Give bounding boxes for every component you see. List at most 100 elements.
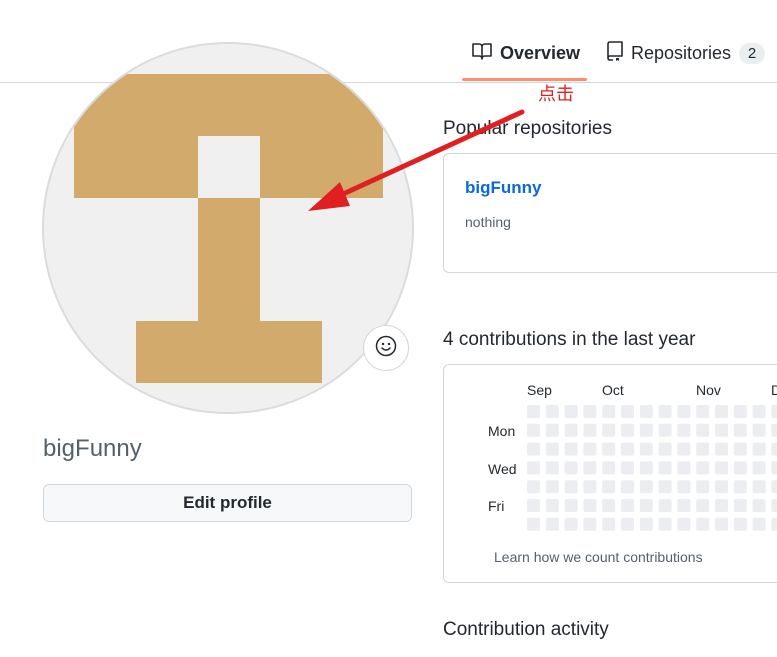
contribution-cell[interactable] bbox=[545, 480, 559, 494]
contribution-cell[interactable] bbox=[677, 461, 691, 475]
contribution-cell[interactable] bbox=[583, 442, 597, 456]
contribution-cell[interactable] bbox=[564, 423, 578, 437]
contribution-cell[interactable] bbox=[621, 405, 634, 418]
contribution-cell[interactable] bbox=[639, 480, 653, 494]
contribution-cell[interactable] bbox=[733, 423, 747, 437]
contribution-cell[interactable] bbox=[621, 461, 634, 475]
contribution-cell[interactable] bbox=[658, 517, 672, 531]
contribution-cell[interactable] bbox=[583, 480, 597, 494]
contribution-cell[interactable] bbox=[527, 405, 540, 418]
contribution-cell[interactable] bbox=[733, 517, 747, 531]
contribution-cell[interactable] bbox=[696, 499, 710, 512]
tab-repositories[interactable]: Repositories 2 bbox=[607, 36, 766, 70]
contribution-cell[interactable] bbox=[677, 405, 691, 418]
contribution-cell[interactable] bbox=[752, 499, 766, 512]
contribution-cell[interactable] bbox=[696, 405, 710, 418]
contribution-cell[interactable] bbox=[696, 517, 710, 531]
learn-contributions-link[interactable]: Learn how we count contributions bbox=[494, 549, 703, 565]
contribution-cell[interactable] bbox=[752, 480, 766, 494]
contribution-cell[interactable] bbox=[602, 517, 616, 531]
contribution-cell[interactable] bbox=[658, 480, 672, 494]
contribution-cell[interactable] bbox=[715, 517, 728, 531]
contribution-cell[interactable] bbox=[752, 461, 766, 475]
contribution-cell[interactable] bbox=[658, 461, 672, 475]
contribution-cell[interactable] bbox=[527, 442, 540, 456]
contribution-cell[interactable] bbox=[639, 423, 653, 437]
contribution-cell[interactable] bbox=[621, 517, 634, 531]
contribution-cell[interactable] bbox=[527, 517, 540, 531]
contribution-cell[interactable] bbox=[771, 499, 777, 512]
contribution-cell[interactable] bbox=[677, 499, 691, 512]
avatar[interactable] bbox=[42, 42, 414, 414]
contribution-cell[interactable] bbox=[752, 442, 766, 456]
contribution-cell[interactable] bbox=[621, 480, 634, 494]
contribution-cell[interactable] bbox=[527, 461, 540, 475]
contribution-cell[interactable] bbox=[583, 517, 597, 531]
contribution-cell[interactable] bbox=[658, 499, 672, 512]
contribution-cell[interactable] bbox=[658, 405, 672, 418]
contribution-cell[interactable] bbox=[696, 423, 710, 437]
contribution-cell[interactable] bbox=[602, 499, 616, 512]
contribution-cell[interactable] bbox=[715, 480, 728, 494]
contribution-cell[interactable] bbox=[639, 461, 653, 475]
contribution-cell[interactable] bbox=[733, 499, 747, 512]
contribution-cell[interactable] bbox=[639, 442, 653, 456]
contribution-cell[interactable] bbox=[545, 405, 559, 418]
contribution-cell[interactable] bbox=[583, 499, 597, 512]
contribution-cell[interactable] bbox=[771, 517, 777, 531]
contribution-cell[interactable] bbox=[733, 442, 747, 456]
contribution-cell[interactable] bbox=[602, 461, 616, 475]
contribution-cell[interactable] bbox=[771, 442, 777, 456]
contribution-cell[interactable] bbox=[639, 405, 653, 418]
contribution-cell[interactable] bbox=[771, 423, 777, 437]
contribution-cell[interactable] bbox=[715, 499, 728, 512]
contribution-cell[interactable] bbox=[545, 461, 559, 475]
contribution-cell[interactable] bbox=[677, 442, 691, 456]
contribution-cell[interactable] bbox=[583, 461, 597, 475]
contribution-cell[interactable] bbox=[752, 423, 766, 437]
contribution-cell[interactable] bbox=[696, 480, 710, 494]
tab-overview[interactable]: Overview bbox=[472, 36, 580, 70]
contribution-cell[interactable] bbox=[545, 423, 559, 437]
contribution-cell[interactable] bbox=[771, 480, 777, 494]
contribution-cell[interactable] bbox=[771, 405, 777, 418]
contribution-cell[interactable] bbox=[602, 480, 616, 494]
contribution-cell[interactable] bbox=[564, 480, 578, 494]
contribution-cell[interactable] bbox=[752, 517, 766, 531]
contribution-cell[interactable] bbox=[602, 405, 616, 418]
repo-link[interactable]: bigFunny bbox=[465, 178, 541, 198]
contribution-cell[interactable] bbox=[621, 423, 634, 437]
contribution-cell[interactable] bbox=[602, 423, 616, 437]
contribution-cell[interactable] bbox=[715, 405, 728, 418]
contribution-cell[interactable] bbox=[733, 405, 747, 418]
contribution-cell[interactable] bbox=[733, 480, 747, 494]
contribution-cell[interactable] bbox=[715, 423, 728, 437]
contribution-cell[interactable] bbox=[677, 517, 691, 531]
contribution-cell[interactable] bbox=[564, 461, 578, 475]
contribution-cell[interactable] bbox=[527, 423, 540, 437]
contribution-cell[interactable] bbox=[621, 499, 634, 512]
contribution-cell[interactable] bbox=[545, 499, 559, 512]
contribution-cell[interactable] bbox=[564, 442, 578, 456]
contribution-cell[interactable] bbox=[583, 423, 597, 437]
contribution-cell[interactable] bbox=[639, 499, 653, 512]
contribution-cell[interactable] bbox=[658, 442, 672, 456]
contribution-cell[interactable] bbox=[715, 442, 728, 456]
contribution-cell[interactable] bbox=[715, 461, 728, 475]
contribution-cell[interactable] bbox=[583, 405, 597, 418]
contribution-cell[interactable] bbox=[639, 517, 653, 531]
contribution-cell[interactable] bbox=[527, 480, 540, 494]
set-status-button[interactable] bbox=[363, 325, 409, 371]
contribution-cell[interactable] bbox=[658, 423, 672, 437]
contribution-cell[interactable] bbox=[733, 461, 747, 475]
contribution-cell[interactable] bbox=[545, 517, 559, 531]
contribution-cell[interactable] bbox=[527, 499, 540, 512]
contribution-cell[interactable] bbox=[677, 480, 691, 494]
contribution-cell[interactable] bbox=[602, 442, 616, 456]
contribution-cell[interactable] bbox=[677, 423, 691, 437]
contribution-cell[interactable] bbox=[545, 442, 559, 456]
contribution-cell[interactable] bbox=[564, 405, 578, 418]
contribution-cell[interactable] bbox=[752, 405, 766, 418]
contribution-cell[interactable] bbox=[696, 461, 710, 475]
contribution-cell[interactable] bbox=[621, 442, 634, 456]
